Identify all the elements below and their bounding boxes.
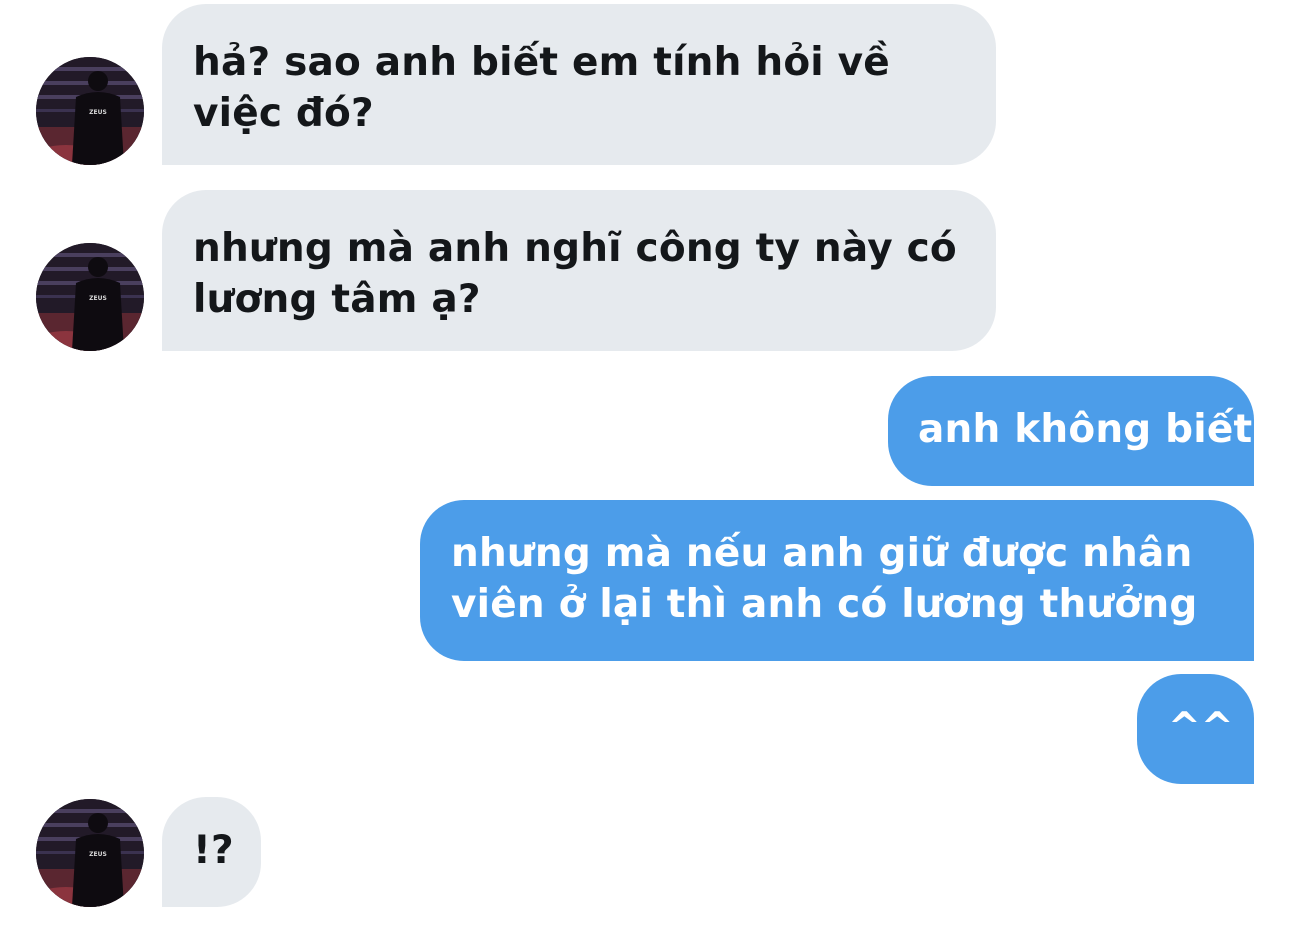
- sender-avatar[interactable]: ZEUS: [36, 799, 144, 907]
- message-text: !?: [193, 828, 234, 873]
- user-avatar-icon: ZEUS: [36, 799, 144, 907]
- message-sent[interactable]: anh không biết: [888, 376, 1254, 486]
- message-text: nhưng mà anh nghĩ công ty này có lương t…: [193, 226, 957, 322]
- shirt-text: ZEUS: [89, 109, 107, 116]
- message-received[interactable]: hả? sao anh biết em tính hỏi về việc đó?: [162, 4, 996, 165]
- message-text: nhưng mà nếu anh giữ được nhân viên ở lạ…: [451, 531, 1198, 627]
- message-sent[interactable]: nhưng mà nếu anh giữ được nhân viên ở lạ…: [420, 500, 1254, 661]
- user-avatar-icon: ZEUS: [36, 243, 144, 351]
- user-avatar-icon: ZEUS: [36, 57, 144, 165]
- shirt-text: ZEUS: [89, 851, 107, 858]
- message-text: anh không biết: [918, 407, 1253, 452]
- message-received[interactable]: nhưng mà anh nghĩ công ty này có lương t…: [162, 190, 996, 351]
- sender-avatar[interactable]: ZEUS: [36, 57, 144, 165]
- message-received[interactable]: !?: [162, 797, 261, 907]
- message-text: hả? sao anh biết em tính hỏi về việc đó?: [193, 40, 890, 136]
- shirt-text: ZEUS: [89, 295, 107, 302]
- sender-avatar[interactable]: ZEUS: [36, 243, 144, 351]
- message-sent[interactable]: ^^: [1137, 674, 1254, 784]
- message-text: ^^: [1168, 705, 1234, 750]
